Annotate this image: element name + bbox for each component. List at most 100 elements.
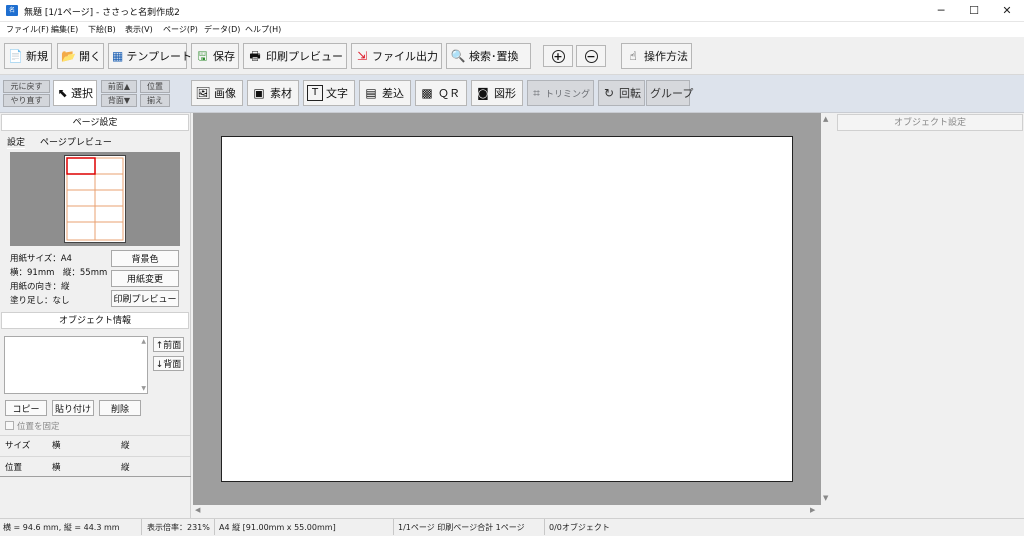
scroll-left-arrow-icon[interactable]: ◀ — [195, 506, 200, 514]
preview-sheet — [64, 155, 126, 243]
scroll-up-icon[interactable]: ▲ — [141, 338, 146, 345]
template-button[interactable]: ▦ テンプレート — [108, 43, 192, 69]
object-front-button[interactable]: ↑前面 — [153, 337, 184, 352]
bring-front-button[interactable]: 前面▲ — [101, 80, 137, 93]
align-button-bottom[interactable]: 揃え — [140, 94, 170, 107]
export-icon: ⇲ — [356, 49, 368, 63]
horizontal-scrollbar[interactable]: ◀ ▶ — [193, 505, 821, 517]
rotate-button[interactable]: ↻ 回転 — [598, 80, 645, 106]
app-icon: 名 — [6, 5, 18, 16]
size-height-label: 縦 — [121, 441, 130, 451]
current-card-highlight — [66, 157, 96, 175]
material-tool-button[interactable]: ▣ 素材 — [247, 80, 299, 106]
maximize-button[interactable]: ☐ — [957, 0, 991, 22]
size-width-label: 横 — [52, 441, 61, 451]
menu-data[interactable]: データ(D) — [204, 24, 240, 35]
new-file-icon: 📄 — [8, 49, 23, 63]
page-info: 1/1ページ 印刷ページ合計 1ページ — [398, 523, 525, 532]
text-tool-button[interactable]: T 文字 — [303, 80, 355, 106]
menu-page[interactable]: ページ(P) — [163, 24, 198, 35]
select-cursor-icon: ⬉ — [57, 86, 68, 100]
divider — [0, 435, 190, 436]
menu-file[interactable]: ファイル(F) — [6, 24, 49, 35]
cursor-coordinates: 横 = 94.6 mm, 縦 = 44.3 mm — [3, 523, 120, 532]
zoom-out-icon: − — [584, 49, 598, 63]
zoom-out-button[interactable]: − — [576, 45, 606, 67]
file-output-button[interactable]: ⇲ ファイル出力 — [351, 43, 442, 69]
object-back-button[interactable]: ↓背面 — [153, 356, 184, 371]
paste-button[interactable]: 貼り付け — [52, 400, 94, 416]
align-button-top[interactable]: 位置 — [140, 80, 170, 93]
menu-view[interactable]: 表示(V) — [125, 24, 153, 35]
zoom-in-icon: + — [551, 49, 565, 63]
status-separator — [544, 519, 545, 535]
menu-edit[interactable]: 編集(E) — [51, 24, 78, 35]
object-count: 0/0オブジェクト — [549, 523, 610, 532]
open-button[interactable]: 📂 開く — [57, 43, 104, 69]
scroll-down-arrow-icon[interactable]: ▼ — [823, 494, 828, 502]
background-color-button[interactable]: 背景色 — [111, 250, 179, 267]
scroll-up-arrow-icon[interactable]: ▲ — [823, 115, 828, 123]
trimming-button[interactable]: ⌗ トリミング — [527, 80, 594, 106]
status-separator — [393, 519, 394, 535]
menu-bar — [0, 22, 1024, 37]
lock-position-checkbox[interactable] — [5, 421, 14, 430]
position-x-label: 横 — [52, 463, 61, 473]
zoom-level: 表示倍率：231% — [147, 523, 210, 532]
scroll-right-arrow-icon[interactable]: ▶ — [810, 506, 815, 514]
orientation-label: 用紙の向き：縦 — [10, 282, 70, 292]
bleed-label: 塗り足し：なし — [10, 296, 70, 306]
rotate-icon: ↻ — [603, 86, 615, 100]
printer-icon: 🖶 — [249, 49, 261, 63]
template-icon: ▦ — [112, 49, 124, 63]
object-info-header: オブジェクト情報 — [1, 312, 189, 329]
menu-help[interactable]: ヘルプ(H) — [245, 24, 281, 35]
merge-tool-button[interactable]: ▤ 差込 — [359, 80, 411, 106]
save-icon: 🖫 — [197, 49, 208, 63]
send-back-button[interactable]: 背面▼ — [101, 94, 137, 107]
material-icon: ▣ — [253, 86, 265, 100]
tab-page-preview[interactable]: ページプレビュー — [40, 135, 112, 148]
qr-code-icon: ▩ — [421, 86, 433, 100]
undo-button[interactable]: 元に戻す — [3, 80, 50, 93]
minimize-button[interactable]: ─ — [924, 0, 958, 22]
divider — [0, 476, 191, 477]
menu-underlay[interactable]: 下絵(B) — [88, 24, 116, 35]
business-card-canvas[interactable] — [221, 136, 793, 482]
dimensions-label: 横：91mm 縦：55mm — [10, 268, 108, 278]
lock-position-label: 位置を固定 — [17, 422, 60, 432]
vertical-scrollbar[interactable]: ▲ ▼ — [821, 113, 833, 505]
search-icon: 🔍 — [450, 49, 466, 63]
save-button[interactable]: 🖫 保存 — [191, 43, 239, 69]
merge-data-icon: ▤ — [365, 86, 377, 100]
scroll-down-icon[interactable]: ▼ — [141, 385, 146, 392]
shape-icon: ◙ — [477, 86, 489, 100]
position-label: 位置 — [5, 463, 23, 473]
window-title: 無題 [1/1ページ] - ささっと名刺作成2 — [24, 8, 180, 18]
text-icon: T — [307, 85, 323, 101]
object-settings-header: オブジェクト設定 — [837, 114, 1023, 131]
change-paper-button[interactable]: 用紙変更 — [111, 270, 179, 287]
select-tool-button[interactable]: ⬉ 選択 — [53, 80, 97, 106]
delete-button[interactable]: 削除 — [99, 400, 141, 416]
print-preview-side-button[interactable]: 印刷プレビュー — [111, 290, 179, 307]
qr-tool-button[interactable]: ▩ ＱＲ — [415, 80, 467, 106]
object-list[interactable]: ▲ ▼ — [4, 336, 148, 394]
group-button[interactable]: グループ — [646, 80, 693, 106]
print-preview-button[interactable]: 🖶 印刷プレビュー — [243, 43, 347, 69]
new-button[interactable]: 📄 新規 — [4, 43, 52, 69]
hand-pointer-icon: ☝ — [629, 49, 637, 63]
howto-button[interactable]: ☝ 操作方法 — [621, 43, 692, 69]
close-button[interactable]: ✕ — [990, 0, 1024, 22]
divider — [0, 456, 190, 457]
shape-tool-button[interactable]: ◙ 図形 — [471, 80, 523, 106]
crop-icon: ⌗ — [533, 86, 540, 100]
copy-button[interactable]: コピー — [5, 400, 47, 416]
redo-button[interactable]: やり直す — [3, 94, 50, 107]
size-label: サイズ — [5, 441, 31, 451]
tab-settings[interactable]: 設定 — [7, 135, 26, 149]
search-replace-button[interactable]: 🔍 検索･置換 — [446, 43, 531, 69]
open-folder-icon: 📂 — [61, 49, 76, 63]
zoom-in-button[interactable]: + — [543, 45, 573, 67]
image-tool-button[interactable]: 🖼 画像 — [191, 80, 243, 106]
